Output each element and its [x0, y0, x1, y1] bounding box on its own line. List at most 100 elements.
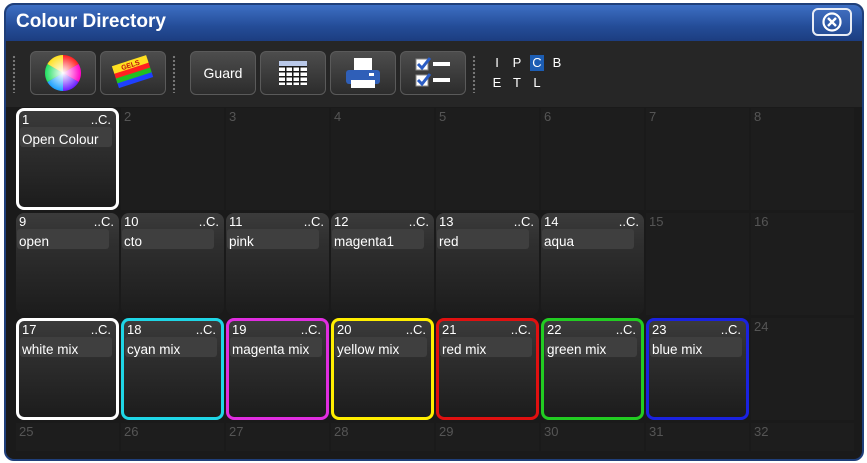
cell-number: 31	[649, 424, 664, 439]
cell-number: 25	[19, 424, 34, 439]
colour-cell[interactable]: 20 ..C. yellow mix	[331, 318, 434, 420]
colour-cell[interactable]: 10 ..C. cto	[121, 213, 224, 315]
colour-cell[interactable]: 5	[436, 108, 539, 210]
cell-number: 17	[22, 322, 37, 337]
filter-l[interactable]: L	[530, 75, 544, 91]
colour-cell[interactable]: 15	[646, 213, 749, 315]
title-bar[interactable]: Colour Directory	[6, 5, 862, 41]
cell-number: 19	[232, 322, 247, 337]
cell-number: 28	[334, 424, 349, 439]
cell-type-tag: ..C.	[720, 322, 741, 337]
cell-name: yellow mix	[337, 342, 400, 357]
cell-number: 1	[22, 112, 30, 127]
colour-cell[interactable]: 21 ..C. red mix	[436, 318, 539, 420]
cell-number: 10	[124, 214, 139, 229]
colour-cell[interactable]: 26	[121, 423, 224, 451]
colour-cell[interactable]: 2	[121, 108, 224, 210]
cell-number: 3	[229, 109, 237, 124]
cell-number: 29	[439, 424, 454, 439]
colour-cell[interactable]: 9 ..C. open	[16, 213, 119, 315]
sheet-view-button[interactable]	[260, 51, 326, 95]
cell-type-tag: ..C.	[195, 322, 216, 337]
cell-type-tag: ..C.	[198, 214, 219, 229]
colour-cell[interactable]: 13 ..C. red	[436, 213, 539, 315]
cell-type-tag: ..C.	[93, 214, 114, 229]
colour-directory-window: Colour Directory GELS Guard I P C B E T …	[4, 3, 864, 461]
gels-button[interactable]: GELS	[100, 51, 166, 95]
colour-cell[interactable]: 27	[226, 423, 329, 451]
filter-e[interactable]: E	[490, 75, 504, 91]
cell-name: magenta1	[334, 234, 395, 249]
cell-type-tag: ..C.	[300, 322, 321, 337]
colour-cell[interactable]: 17 ..C. white mix	[16, 318, 119, 420]
cell-number: 23	[652, 322, 667, 337]
cell-name: white mix	[22, 342, 79, 357]
cell-number: 30	[544, 424, 559, 439]
filter-t[interactable]: T	[510, 75, 524, 91]
cell-type-tag: ..C.	[408, 214, 429, 229]
colour-cell[interactable]: 3	[226, 108, 329, 210]
cell-type-tag: ..C.	[405, 322, 426, 337]
colour-cell[interactable]: 23 ..C. blue mix	[646, 318, 749, 420]
close-button[interactable]	[812, 8, 852, 36]
colour-cell[interactable]: 28	[331, 423, 434, 451]
cell-number: 7	[649, 109, 657, 124]
colour-cell[interactable]: 31	[646, 423, 749, 451]
colour-cell[interactable]: 6	[541, 108, 644, 210]
colour-cell[interactable]: 14 ..C. aqua	[541, 213, 644, 315]
cell-number: 8	[754, 109, 762, 124]
checklist-button[interactable]	[400, 51, 466, 95]
colour-cell[interactable]: 16	[751, 213, 854, 315]
printer-icon	[346, 58, 380, 88]
filter-c[interactable]: C	[530, 55, 544, 71]
cell-number: 14	[544, 214, 559, 229]
cell-type-tag: ..C.	[90, 112, 111, 127]
colour-cell[interactable]: 18 ..C. cyan mix	[121, 318, 224, 420]
cell-type-tag: ..C.	[303, 214, 324, 229]
filter-i[interactable]: I	[490, 55, 504, 71]
cell-number: 4	[334, 109, 342, 124]
colour-cell[interactable]: 25	[16, 423, 119, 451]
colour-picker-button[interactable]	[30, 51, 96, 95]
cell-number: 21	[442, 322, 457, 337]
filter-b[interactable]: B	[550, 55, 564, 71]
guard-label: Guard	[203, 65, 243, 81]
cell-name: red mix	[442, 342, 487, 357]
cell-number: 20	[337, 322, 352, 337]
colour-cell[interactable]: 30	[541, 423, 644, 451]
cell-name: Open Colour	[22, 132, 99, 147]
toolbar-grip[interactable]	[12, 55, 16, 93]
filter-p[interactable]: P	[510, 55, 524, 71]
colour-cell[interactable]: 22 ..C. green mix	[541, 318, 644, 420]
cell-number: 22	[547, 322, 562, 337]
cell-number: 9	[19, 214, 27, 229]
cell-name: cto	[124, 234, 143, 249]
colour-cell[interactable]: 12 ..C. magenta1	[331, 213, 434, 315]
toolbar-grip[interactable]	[172, 55, 176, 93]
cell-number: 13	[439, 214, 454, 229]
cell-number: 12	[334, 214, 349, 229]
colour-cell[interactable]: 1 ..C. Open Colour	[16, 108, 119, 210]
cell-type-tag: ..C.	[513, 214, 534, 229]
cell-name: blue mix	[652, 342, 703, 357]
colour-cell[interactable]: 24	[751, 318, 854, 420]
cell-number: 11	[229, 214, 243, 229]
cell-number: 26	[124, 424, 139, 439]
grid-view-icon	[279, 61, 307, 85]
guard-button[interactable]: Guard	[190, 51, 256, 95]
colour-cell[interactable]: 32	[751, 423, 854, 451]
colour-cell[interactable]: 7	[646, 108, 749, 210]
checklist-icon	[415, 57, 450, 87]
cell-name: red	[439, 234, 459, 249]
colour-cell[interactable]: 29	[436, 423, 539, 451]
cell-name: magenta mix	[232, 342, 310, 357]
toolbar-grip[interactable]	[472, 55, 476, 93]
colour-cell[interactable]: 8	[751, 108, 854, 210]
print-button[interactable]	[330, 51, 396, 95]
colour-cell[interactable]: 4	[331, 108, 434, 210]
cell-type-tag: ..C.	[90, 322, 111, 337]
colour-cell[interactable]: 19 ..C. magenta mix	[226, 318, 329, 420]
cell-number: 16	[754, 214, 769, 229]
colour-cell[interactable]: 11 ..C. pink	[226, 213, 329, 315]
cell-name: green mix	[547, 342, 607, 357]
